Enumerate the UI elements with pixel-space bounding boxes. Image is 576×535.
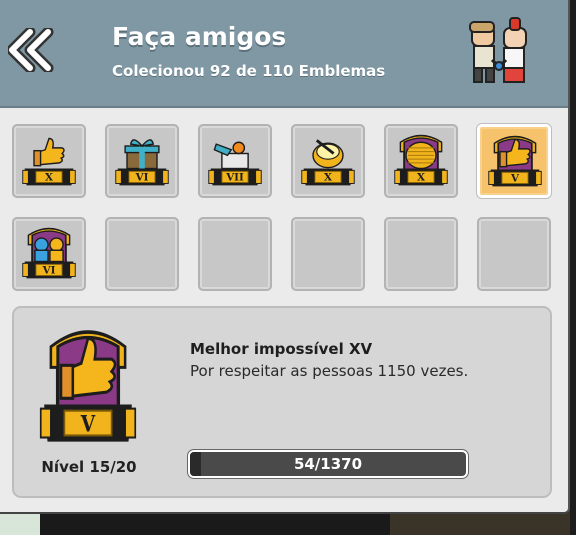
category-title: Faça amigos (112, 22, 287, 51)
friends-pair-badge-icon: VI (22, 227, 76, 279)
badge-slot-empty (477, 217, 551, 291)
badge-numeral: VI (42, 265, 56, 277)
badge-slot-empty (105, 217, 179, 291)
drum-badge-icon: X (301, 139, 355, 186)
double-chevron-left-icon (6, 26, 54, 74)
badge-numeral: VI (135, 172, 149, 184)
badge-slot[interactable]: VI (12, 217, 86, 291)
open-gift-badge-icon: VII (208, 141, 262, 186)
badge-slot[interactable]: VI (105, 124, 179, 198)
thumbs-up-badge-icon: X (22, 137, 76, 186)
friends-holding-hands-icon (469, 17, 527, 83)
badge-slot[interactable]: X (291, 124, 365, 198)
badge-slot[interactable]: VII (198, 124, 272, 198)
badge-detail-card: V Nível 15/20 Melhor impossível XV Por r… (12, 306, 552, 498)
badge-slot[interactable]: X (384, 124, 458, 198)
gift-box-badge-icon: VI (115, 139, 169, 186)
badge-count-subtitle: Colecionou 92 de 110 Emblemas (112, 62, 386, 80)
progress-text: 54/1370 (293, 455, 363, 473)
badge-numeral: VII (225, 172, 244, 184)
achievement-progress-bar: 54/1370 (188, 450, 468, 478)
game-background-strip (0, 512, 40, 535)
badge-slot-empty (384, 217, 458, 291)
badge-slot-empty (291, 217, 365, 291)
badge-level: Nível 15/20 (41, 458, 137, 476)
badge-slot[interactable]: X (12, 124, 86, 198)
badge-numeral: V (510, 173, 520, 185)
badge-slot[interactable]: V (477, 124, 551, 198)
gold-stack-badge-icon: X (394, 134, 448, 186)
badge-name: Melhor impossível XV (190, 340, 373, 358)
achievement-header: Faça amigos Colecionou 92 de 110 Emblema… (0, 0, 568, 108)
back-button[interactable] (6, 26, 56, 74)
thumbs-up-gold-badge-icon: V (39, 330, 137, 442)
badge-numeral: X (417, 172, 425, 184)
game-background-right (570, 0, 576, 535)
badge-numeral: X (45, 172, 53, 184)
achievement-panel: Faça amigos Colecionou 92 de 110 Emblema… (0, 0, 570, 514)
badge-numeral: X (324, 172, 332, 184)
thumbs-up-gold-badge-icon: V (488, 135, 542, 187)
badge-slot-empty (198, 217, 272, 291)
badge-description: Por respeitar as pessoas 1150 vezes. (190, 362, 469, 380)
badge-numeral: V (80, 411, 96, 437)
